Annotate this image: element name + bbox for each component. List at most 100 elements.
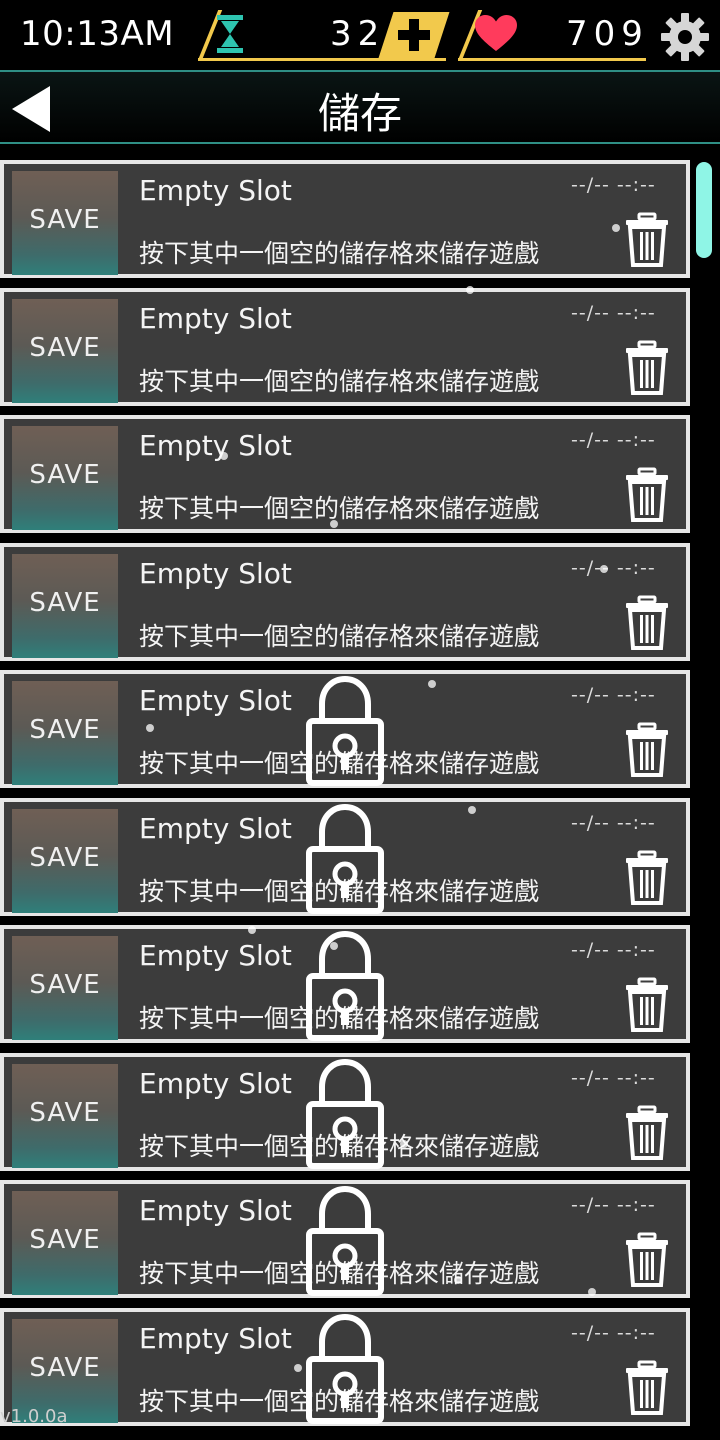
slot-date: --/-- --:-- xyxy=(571,556,656,579)
save-slot[interactable]: SAVE Empty Slot 按下其中一個空的儲存格來儲存遊戲 --/-- --:-… xyxy=(0,670,690,788)
trash-icon[interactable] xyxy=(624,340,670,396)
trash-icon[interactable] xyxy=(624,467,670,523)
lock-icon xyxy=(306,1058,384,1169)
slot-date: --/-- --:-- xyxy=(571,429,656,451)
save-thumbnail-label: SAVE xyxy=(29,1097,101,1128)
save-slot-body: SAVE Empty Slot 按下其中一個空的儲存格來儲存遊戲 --/-- --:-… xyxy=(8,550,682,658)
trash-icon[interactable] xyxy=(624,1360,670,1416)
slot-title: Empty Slot xyxy=(139,1194,292,1227)
trash-icon[interactable] xyxy=(624,1232,670,1288)
sparkle-particle xyxy=(588,1288,596,1296)
save-thumbnail: SAVE xyxy=(12,298,118,403)
save-slot-body: SAVE Empty Slot 按下其中一個空的儲存格來儲存遊戲 --/-- --:-… xyxy=(8,1186,682,1296)
sparkle-particle xyxy=(330,942,338,950)
trash-icon[interactable] xyxy=(624,722,670,778)
save-thumbnail-label: SAVE xyxy=(29,460,101,490)
slot-description: 按下其中一個空的儲存格來儲存遊戲 xyxy=(139,239,540,268)
save-thumbnail-label: SAVE xyxy=(29,332,101,363)
save-thumbnail: SAVE xyxy=(12,553,118,658)
save-slot-body: SAVE Empty Slot 按下其中一個空的儲存格來儲存遊戲 --/-- --:-… xyxy=(8,676,682,786)
save-slot[interactable]: SAVE Empty Slot 按下其中一個空的儲存格來儲存遊戲 --/-- --:-… xyxy=(0,1307,690,1426)
slot-date: --/-- --:-- xyxy=(571,1066,656,1089)
save-slot-body: SAVE Empty Slot 按下其中一個空的儲存格來儲存遊戲 --/-- --:-… xyxy=(8,931,682,1041)
slot-date: --/-- --:-- xyxy=(571,1321,656,1344)
clock-text: 10:13AM xyxy=(20,14,175,54)
time-resource-value: 32 xyxy=(330,14,386,54)
save-slot[interactable]: SAVE Empty Slot 按下其中一個空的儲存格來儲存遊戲 --/-- --:-… xyxy=(0,1052,690,1171)
heart-icon xyxy=(475,15,517,51)
slot-title: Empty Slot xyxy=(139,1066,292,1100)
slot-date: --/-- --:-- xyxy=(571,684,656,706)
scrollbar[interactable] xyxy=(696,162,712,258)
sparkle-particle xyxy=(400,1140,408,1148)
sparkle-particle xyxy=(428,680,436,688)
save-slot[interactable]: SAVE Empty Slot 按下其中一個空的儲存格來儲存遊戲 --/-- --:-… xyxy=(0,797,690,916)
trash-icon[interactable] xyxy=(624,595,670,651)
save-slot-body: SAVE Empty Slot 按下其中一個空的儲存格來儲存遊戲 --/-- --:-… xyxy=(8,168,682,275)
save-slot-body: SAVE Empty Slot 按下其中一個空的儲存格來儲存遊戲 --/-- --:-… xyxy=(8,1058,682,1169)
slot-date: --/-- --:-- xyxy=(571,1194,656,1216)
slot-title: Empty Slot xyxy=(139,939,292,972)
save-slot-body: SAVE Empty Slot 按下其中一個空的儲存格來儲存遊戲 --/-- --:-… xyxy=(8,423,682,530)
save-thumbnail-label: SAVE xyxy=(29,1225,101,1255)
save-slot-body: SAVE Empty Slot 按下其中一個空的儲存格來儲存遊戲 --/-- --:-… xyxy=(8,1313,682,1424)
lock-icon xyxy=(306,931,384,1041)
save-slot-body: SAVE Empty Slot 按下其中一個空的儲存格來儲存遊戲 --/-- --:-… xyxy=(8,803,682,914)
slot-title: Empty Slot xyxy=(139,429,292,462)
save-thumbnail: SAVE xyxy=(12,171,118,275)
save-slot[interactable]: SAVE Empty Slot 按下其中一個空的儲存格來儲存遊戲 --/-- --:-… xyxy=(0,287,690,406)
sparkle-particle xyxy=(330,520,338,528)
save-slot[interactable]: SAVE Empty Slot 按下其中一個空的儲存格來儲存遊戲 --/-- --:-… xyxy=(0,542,690,661)
hourglass-icon xyxy=(217,15,243,53)
page-title: 儲存 xyxy=(317,89,402,138)
lock-icon xyxy=(306,1313,384,1424)
sparkle-particle xyxy=(146,724,154,732)
page-header: 儲存 xyxy=(0,70,720,144)
trash-icon[interactable] xyxy=(624,850,670,906)
save-thumbnail-label: SAVE xyxy=(29,587,101,618)
slot-title: Empty Slot xyxy=(139,556,292,590)
sparkle-particle xyxy=(612,224,620,232)
lock-icon xyxy=(306,1186,384,1296)
slot-title: Empty Slot xyxy=(139,174,292,207)
sparkle-particle xyxy=(600,565,608,573)
save-thumbnail-label: SAVE xyxy=(29,205,101,235)
lock-icon xyxy=(306,676,384,786)
slot-date: --/-- --:-- xyxy=(571,939,656,961)
save-slot-list[interactable]: SAVE Empty Slot 按下其中一個空的儲存格來儲存遊戲 --/-- --:-… xyxy=(0,158,720,1440)
save-slot-body: SAVE Empty Slot 按下其中一個空的儲存格來儲存遊戲 --/-- --:-… xyxy=(8,295,682,403)
save-thumbnail-label: SAVE xyxy=(29,842,101,873)
lock-icon xyxy=(306,803,384,914)
trash-icon[interactable] xyxy=(624,212,670,268)
sparkle-particle xyxy=(468,806,476,814)
sparkle-particle xyxy=(454,1276,462,1284)
plus-icon xyxy=(398,19,430,51)
slot-description: 按下其中一個空的儲存格來儲存遊戲 xyxy=(139,494,540,523)
slot-title: Empty Slot xyxy=(139,811,292,845)
save-thumbnail: SAVE xyxy=(12,1063,118,1168)
slot-description: 按下其中一個空的儲存格來儲存遊戲 xyxy=(139,366,540,396)
save-thumbnail: SAVE xyxy=(12,936,118,1040)
sparkle-particle xyxy=(294,1364,302,1372)
save-slot[interactable]: SAVE Empty Slot 按下其中一個空的儲存格來儲存遊戲 --/-- --:-… xyxy=(0,1180,690,1298)
save-slot[interactable]: SAVE Empty Slot 按下其中一個空的儲存格來儲存遊戲 --/-- --:-… xyxy=(0,925,690,1043)
slot-title: Empty Slot xyxy=(139,684,292,717)
slot-title: Empty Slot xyxy=(139,301,292,335)
save-thumbnail-label: SAVE xyxy=(29,1352,101,1383)
save-thumbnail: SAVE xyxy=(12,808,118,913)
trash-icon[interactable] xyxy=(624,977,670,1033)
save-slot[interactable]: SAVE Empty Slot 按下其中一個空的儲存格來儲存遊戲 --/-- --:-… xyxy=(0,160,690,278)
slot-date: --/-- --:-- xyxy=(571,301,656,324)
slot-description: 按下其中一個空的儲存格來儲存遊戲 xyxy=(139,621,540,651)
version-text: v1.0.0a xyxy=(0,1406,68,1427)
save-slot[interactable]: SAVE Empty Slot 按下其中一個空的儲存格來儲存遊戲 --/-- --:-… xyxy=(0,415,690,533)
save-thumbnail: SAVE xyxy=(12,1191,118,1295)
trash-icon[interactable] xyxy=(624,1105,670,1161)
sparkle-particle xyxy=(220,452,228,460)
life-resource-value: 709 xyxy=(566,14,649,54)
sparkle-particle xyxy=(466,286,474,294)
save-thumbnail-label: SAVE xyxy=(29,970,101,1000)
gear-icon[interactable] xyxy=(660,12,710,62)
save-thumbnail: SAVE xyxy=(12,681,118,785)
save-thumbnail: SAVE xyxy=(12,426,118,530)
